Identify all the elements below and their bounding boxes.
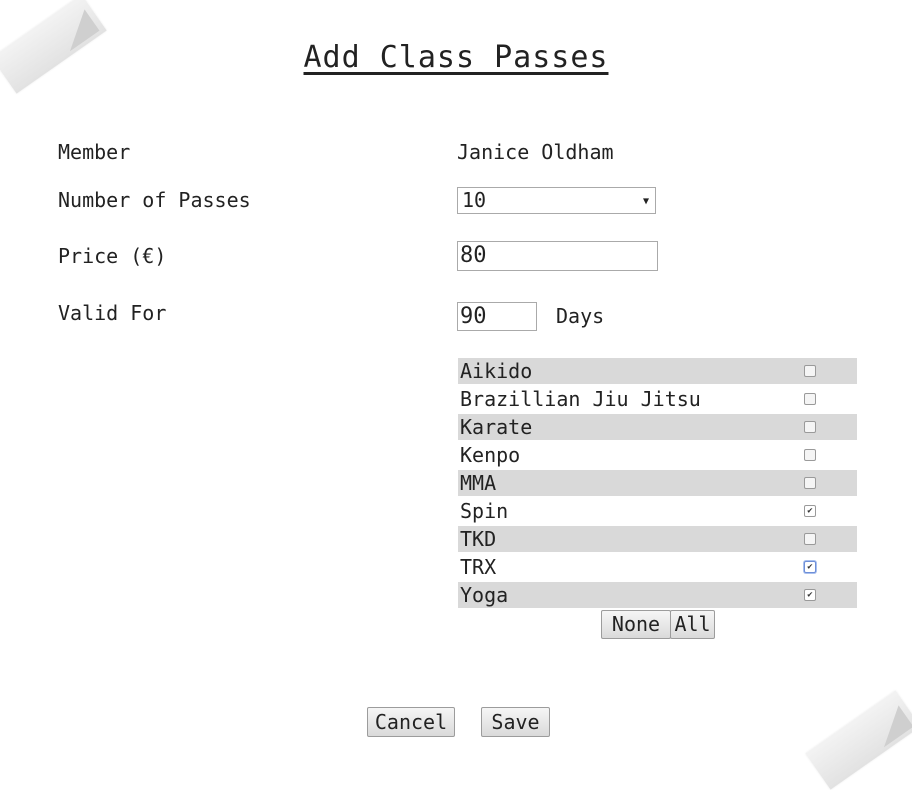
class-checkbox[interactable] bbox=[804, 533, 816, 545]
class-list: Aikido Brazillian Jiu Jitsu Karate Kenpo… bbox=[458, 358, 857, 610]
class-row: Yoga ✔ bbox=[458, 582, 857, 610]
valid-for-label: Valid For bbox=[58, 301, 167, 325]
class-name: Aikido bbox=[458, 358, 796, 384]
class-checkbox[interactable] bbox=[804, 477, 816, 489]
member-label: Member bbox=[58, 140, 131, 164]
class-checkbox[interactable] bbox=[804, 449, 816, 461]
page-title: Add Class Passes bbox=[303, 40, 609, 75]
price-label: Price (€) bbox=[58, 244, 167, 268]
tape-decoration-bottom-right bbox=[805, 690, 912, 790]
class-checkbox[interactable]: ✔ bbox=[804, 589, 816, 601]
cancel-button[interactable]: Cancel bbox=[367, 707, 455, 737]
save-button[interactable]: Save bbox=[481, 707, 550, 737]
select-none-button[interactable]: None bbox=[601, 610, 671, 639]
passes-select[interactable]: 10 ▼ bbox=[457, 187, 656, 214]
class-name: Karate bbox=[458, 414, 796, 440]
price-input[interactable]: 80 bbox=[457, 241, 658, 271]
class-row: MMA bbox=[458, 470, 857, 498]
class-row: Brazillian Jiu Jitsu bbox=[458, 386, 857, 414]
class-name: Yoga bbox=[458, 582, 796, 608]
class-name: Brazillian Jiu Jitsu bbox=[460, 387, 701, 411]
class-row: TRX ✔ bbox=[458, 554, 857, 582]
class-row: Kenpo bbox=[458, 442, 857, 470]
passes-label: Number of Passes bbox=[58, 188, 251, 212]
passes-selected-value: 10 bbox=[462, 188, 487, 212]
class-checkbox[interactable] bbox=[804, 393, 816, 405]
member-value: Janice Oldham bbox=[457, 140, 614, 164]
class-name: Kenpo bbox=[460, 443, 521, 467]
select-all-button[interactable]: All bbox=[670, 610, 715, 639]
class-row: TKD bbox=[458, 526, 857, 554]
class-name: Spin bbox=[460, 499, 509, 523]
class-checkbox[interactable]: ✔ bbox=[804, 561, 816, 573]
class-row: Aikido bbox=[458, 358, 857, 386]
class-checkbox[interactable] bbox=[804, 421, 816, 433]
class-name: TRX bbox=[460, 555, 497, 579]
valid-days-input[interactable]: 90 bbox=[457, 302, 537, 331]
class-name: MMA bbox=[458, 470, 796, 496]
chevron-down-icon: ▼ bbox=[642, 196, 649, 207]
class-name: TKD bbox=[458, 526, 796, 552]
class-row: Spin ✔ bbox=[458, 498, 857, 526]
class-checkbox[interactable]: ✔ bbox=[804, 505, 816, 517]
days-unit-label: Days bbox=[556, 304, 605, 328]
class-checkbox[interactable] bbox=[804, 365, 816, 377]
class-row: Karate bbox=[458, 414, 857, 442]
